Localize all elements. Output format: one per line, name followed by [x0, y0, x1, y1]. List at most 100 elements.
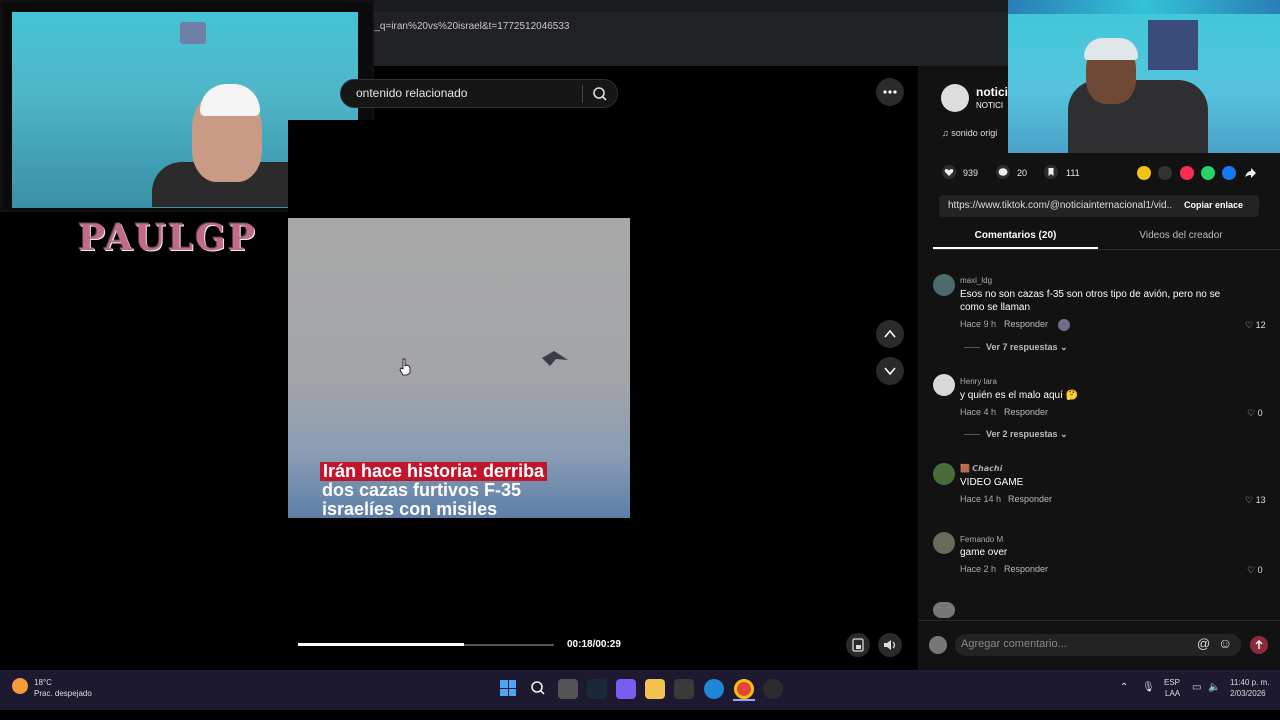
bookmark-icon[interactable] [1044, 165, 1058, 179]
comment-like-count: 0 [1257, 565, 1263, 575]
reply-button[interactable]: Responder [1004, 407, 1048, 417]
comment-like[interactable]: ♡ 0 [1247, 408, 1263, 419]
speaker-icon[interactable]: 🔈 [1208, 682, 1220, 693]
comment-username[interactable]: maxi_ldg [960, 276, 992, 285]
comment-username[interactable]: Fernando M [960, 535, 1003, 544]
heart-outline-icon: ♡ [1245, 495, 1256, 505]
post-comment-button[interactable] [1250, 636, 1268, 654]
webcam2-person-cap [1084, 38, 1138, 60]
clock-date: 2/03/2026 [1230, 689, 1266, 698]
webcam-overlay-right [1008, 0, 1280, 153]
chevron-up-icon [884, 329, 896, 338]
mention-icon[interactable]: @ [1197, 636, 1210, 651]
comments-panel [918, 66, 1280, 670]
comment-avatar[interactable] [933, 602, 955, 618]
comment-avatar[interactable] [933, 532, 955, 554]
add-comment-placeholder: Agregar comentario... [961, 638, 1067, 650]
comment-like[interactable]: ♡ 0 [1247, 565, 1263, 576]
whatsapp-icon[interactable] [1201, 166, 1215, 180]
search-taskbar-icon[interactable] [529, 679, 547, 697]
author-avatar[interactable] [941, 84, 969, 112]
copy-link-button[interactable]: Copiar enlace [1184, 200, 1243, 210]
comment-like-count: 0 [1257, 408, 1263, 418]
reply-button[interactable]: Responder [1008, 494, 1052, 504]
task-view-icon[interactable] [558, 679, 578, 699]
view-replies-button[interactable]: Ver 2 respuestas ⌄ [986, 429, 1068, 440]
arrow-up-icon [1255, 640, 1263, 649]
tab-creator-videos[interactable]: Videos del creador [1098, 230, 1264, 241]
caption-line-1: Irán hace historia: derriba [320, 462, 548, 481]
author-name[interactable]: notici [976, 85, 1008, 99]
more-options-button[interactable] [876, 78, 904, 106]
file-explorer-icon[interactable] [645, 679, 665, 699]
music-note-icon: ♫ [942, 128, 952, 138]
comment-like[interactable]: ♡ 13 [1245, 495, 1266, 506]
heart-outline-icon: ♡ [1245, 320, 1256, 330]
embed-icon[interactable] [1158, 166, 1172, 180]
weather-icon[interactable] [12, 678, 28, 694]
language-code[interactable]: ESP [1164, 678, 1180, 687]
tab-divider [933, 249, 1280, 250]
video-time: 00:18/00:29 [567, 639, 621, 650]
share-arrow-icon[interactable] [1243, 166, 1257, 180]
view-replies-button[interactable]: Ver 7 respuestas ⌄ [986, 342, 1068, 353]
webcam2-shelf [1148, 20, 1198, 70]
replies-line [964, 347, 980, 348]
previous-video-button[interactable] [876, 320, 904, 348]
microphone-icon[interactable]: 🎙 [1142, 682, 1155, 693]
sound-link[interactable]: ♫ sonido origi [942, 128, 997, 138]
comment-avatar[interactable] [933, 274, 955, 296]
comment-avatar[interactable] [933, 374, 955, 396]
saves-count: 111 [1066, 168, 1080, 178]
comment-icon[interactable] [996, 165, 1010, 179]
chevron-down-icon [884, 367, 896, 376]
emoji-icon[interactable]: ☺ [1218, 635, 1232, 651]
comment-text: VIDEO GAME [960, 477, 1024, 488]
chrome-icon[interactable] [734, 679, 754, 699]
search-icon[interactable] [590, 84, 610, 104]
send-share-icon[interactable] [1180, 166, 1194, 180]
language-layout: LAA [1165, 689, 1181, 698]
likes-count: 939 [963, 168, 979, 178]
store-icon[interactable] [674, 679, 694, 699]
comment-time: Hace 4 h [960, 407, 997, 417]
heart-outline-icon: ♡ [1247, 408, 1258, 418]
obs-icon[interactable] [763, 679, 783, 699]
address-bar[interactable]: 50C_q=iran%20vs%20israel&t=1772512046533 [356, 18, 1008, 36]
caption-line-3: israelíes con misiles [322, 499, 498, 519]
comment-like[interactable]: ♡ 12 [1245, 320, 1266, 331]
facebook-icon[interactable] [1222, 166, 1236, 180]
steam-icon[interactable] [587, 679, 607, 699]
reply-button[interactable]: Responder [1004, 319, 1048, 329]
coin-icon[interactable] [1137, 166, 1151, 180]
reply-button[interactable]: Responder [1004, 564, 1048, 574]
sound-label: sonido origi [951, 128, 998, 138]
weather-desc: Prac. despejado [34, 689, 92, 698]
network-icon[interactable]: ▭ [1192, 682, 1201, 693]
copilot-icon[interactable] [616, 679, 636, 699]
chevron-up-tray-icon[interactable]: ⌃ [1120, 682, 1128, 693]
more-icon [883, 90, 897, 94]
comment-time: Hace 2 h [960, 564, 997, 574]
video-link-text[interactable]: https://www.tiktok.com/@noticiainternaci… [948, 200, 1172, 211]
pip-icon [852, 638, 864, 652]
edge-icon[interactable] [704, 679, 724, 699]
weather-temp[interactable]: 18°C [34, 678, 52, 687]
bottom-strip [0, 710, 1280, 720]
clock-time[interactable]: 11:40 p. m. [1230, 678, 1269, 687]
next-video-button[interactable] [876, 357, 904, 385]
comment-username[interactable]: 🟫 𝘾𝙝𝙖𝙘𝙝𝙞 [960, 464, 1002, 473]
heart-icon[interactable] [942, 165, 956, 179]
start-icon[interactable] [500, 680, 516, 696]
comment-like-count: 12 [1255, 320, 1266, 330]
comment-text: game over [960, 547, 1008, 558]
comment-avatar[interactable] [933, 463, 955, 485]
comment-username[interactable]: Henry lara [960, 377, 997, 386]
pip-button[interactable] [846, 633, 870, 657]
comment-text-line: Esos no son cazas f-35 son otros tipo de… [960, 289, 1221, 300]
volume-button[interactable] [878, 633, 902, 657]
active-app-indicator [733, 699, 755, 701]
comment-time: Hace 14 h [960, 494, 1002, 504]
tab-comments[interactable]: Comentarios (20) [933, 230, 1098, 241]
comment-time: Hace 9 h [960, 319, 997, 329]
